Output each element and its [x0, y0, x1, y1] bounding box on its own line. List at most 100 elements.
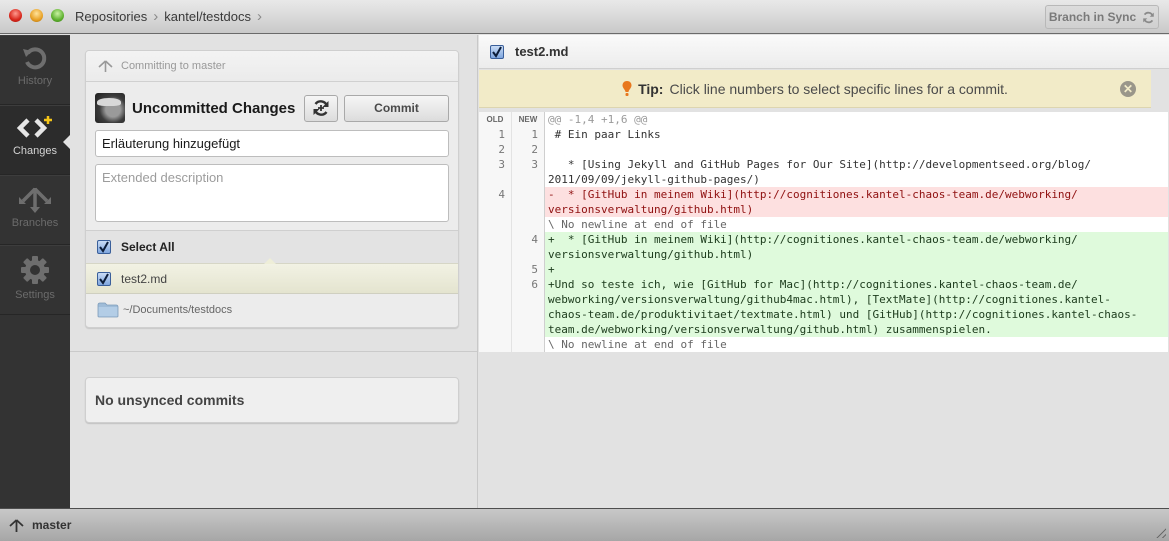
- diff-file-header: test2.md: [479, 35, 1169, 69]
- commit-card: Committing to master Uncommitted Changes: [85, 50, 459, 328]
- old-line-number[interactable]: [479, 247, 512, 262]
- new-line-number[interactable]: 1: [512, 127, 545, 142]
- new-column-header: NEW: [512, 112, 545, 127]
- tip-banner: Tip: Click line numbers to select specif…: [479, 70, 1151, 108]
- new-line-number[interactable]: [512, 202, 545, 217]
- diff-line-text: chaos-team.de/produktivitaet/textmate.ht…: [545, 307, 1168, 322]
- old-line-number[interactable]: [479, 202, 512, 217]
- new-line-number[interactable]: 6: [512, 277, 545, 292]
- old-line-number[interactable]: [479, 232, 512, 247]
- unsynced-commits-card: No unsynced commits: [85, 377, 459, 423]
- old-line-number[interactable]: [479, 172, 512, 187]
- section-divider: [70, 351, 477, 352]
- branches-icon: [19, 187, 51, 213]
- refresh-button[interactable]: [304, 94, 338, 122]
- old-line-number[interactable]: [479, 292, 512, 307]
- diff-view: OLD NEW @@ -1,4 +1,6 @@ 11 # Ein paar Li…: [479, 112, 1168, 352]
- breadcrumb-repositories[interactable]: Repositories: [75, 9, 147, 24]
- old-line-number[interactable]: 4: [479, 187, 512, 202]
- old-line-number[interactable]: 3: [479, 157, 512, 172]
- old-line-number[interactable]: [479, 337, 512, 352]
- close-tip-button[interactable]: ✕: [1120, 81, 1136, 97]
- new-line-number[interactable]: [512, 337, 545, 352]
- avatar: [95, 93, 125, 123]
- old-line-number[interactable]: [479, 307, 512, 322]
- sidebar-item-label: Settings: [15, 289, 55, 301]
- commit-summary-input[interactable]: [95, 130, 449, 157]
- changed-file-item[interactable]: test2.md: [86, 263, 458, 294]
- diff-line-text: versionsverwaltung/github.html): [545, 202, 1168, 217]
- new-line-number[interactable]: 4: [512, 232, 545, 247]
- breadcrumb-repository[interactable]: kantel/testdocs: [164, 9, 251, 24]
- new-line-number[interactable]: 2: [512, 142, 545, 157]
- sidebar-item-settings[interactable]: Settings: [0, 245, 70, 315]
- sidebar-item-branches[interactable]: Branches: [0, 175, 70, 245]
- new-line-number[interactable]: [512, 247, 545, 262]
- sidebar-nav: History Changes Branches Settings: [0, 35, 71, 508]
- commit-button[interactable]: Commit: [344, 94, 449, 122]
- branch-sync-button[interactable]: Branch in Sync: [1045, 5, 1159, 29]
- branch-icon: [9, 518, 24, 532]
- changes-icon: [16, 116, 52, 138]
- diff-line-ctx: 11 # Ein paar Links: [479, 127, 1168, 142]
- diff-file-name: test2.md: [515, 44, 569, 59]
- old-line-number[interactable]: 2: [479, 142, 512, 157]
- new-line-number[interactable]: [512, 322, 545, 337]
- old-line-number[interactable]: [479, 322, 512, 337]
- diff-line-add: versionsverwaltung/github.html): [479, 247, 1168, 262]
- commit-target-header: Committing to master: [86, 51, 458, 82]
- sidebar-item-label: History: [17, 75, 53, 87]
- diff-line-text: team.de/webworking/versionsverwaltung/gi…: [545, 322, 1168, 337]
- diff-line-meta: \ No newline at end of file: [479, 217, 1168, 232]
- sync-icon: [1143, 11, 1154, 23]
- minimize-window-button[interactable]: [30, 9, 43, 22]
- breadcrumb: Repositories › kantel/testdocs ›: [75, 9, 268, 24]
- repository-path-row[interactable]: ~/Documents/testdocs: [86, 294, 458, 326]
- diff-line-text: +Und so teste ich, wie [GitHub for Mac](…: [545, 277, 1168, 292]
- diff-line-text: @@ -1,4 +1,6 @@: [548, 113, 648, 126]
- zoom-window-button[interactable]: [51, 9, 64, 22]
- diff-line-meta: \ No newline at end of file: [479, 337, 1168, 352]
- sidebar-item-history[interactable]: History: [0, 35, 70, 105]
- diff-file-checkbox[interactable]: [490, 44, 504, 59]
- diff-line-text: 2011/09/09/jekyll-github-pages/): [548, 173, 760, 186]
- refresh-icon: [313, 100, 329, 116]
- new-line-number[interactable]: [512, 172, 545, 187]
- new-line-number[interactable]: [512, 307, 545, 322]
- changed-file-name: test2.md: [121, 271, 168, 286]
- new-line-number[interactable]: 3: [512, 157, 545, 172]
- new-line-number[interactable]: [512, 292, 545, 307]
- current-branch[interactable]: master: [32, 518, 71, 532]
- sync-button-label: Branch in Sync: [1048, 10, 1137, 24]
- old-line-number[interactable]: [479, 277, 512, 292]
- diff-line-add: 6 +Und so teste ich, wie [GitHub for Mac]…: [479, 277, 1168, 292]
- close-icon: ✕: [1122, 82, 1134, 96]
- file-checkbox[interactable]: [97, 271, 111, 286]
- diff-line-add: 5 +: [479, 262, 1168, 277]
- new-line-number[interactable]: [512, 217, 545, 232]
- diff-line-text: # Ein paar Links: [548, 128, 661, 141]
- checkmark-icon: [99, 273, 109, 285]
- new-line-number[interactable]: [512, 187, 545, 202]
- diff-panel: test2.md Tip: Click line numbers to sele…: [479, 35, 1169, 508]
- select-all-checkbox[interactable]: [97, 240, 111, 254]
- changes-panel: Committing to master Uncommitted Changes: [70, 35, 478, 508]
- diff-line-text: +: [545, 262, 1168, 277]
- old-line-number[interactable]: [479, 262, 512, 277]
- title-bar: Repositories › kantel/testdocs › Branch …: [0, 0, 1169, 34]
- diff-line-text: [545, 142, 1168, 157]
- sidebar-item-changes[interactable]: Changes: [0, 105, 71, 175]
- old-line-number[interactable]: [479, 217, 512, 232]
- select-all-row[interactable]: Select All: [86, 230, 458, 264]
- new-line-number[interactable]: 5: [512, 262, 545, 277]
- old-line-number[interactable]: 1: [479, 127, 512, 142]
- sidebar-item-label: Branches: [11, 217, 59, 229]
- diff-line-text: versionsverwaltung/github.html): [545, 247, 1168, 262]
- diff-line-text: webworking/versionsverwaltung/github4mac…: [545, 292, 1168, 307]
- close-window-button[interactable]: [9, 9, 22, 22]
- resize-grip[interactable]: [1154, 526, 1166, 538]
- commit-target-label: Committing to master: [121, 60, 226, 72]
- extended-description-input[interactable]: [95, 164, 449, 222]
- sidebar-item-label: Changes: [12, 145, 58, 157]
- selection-notch: [264, 258, 276, 264]
